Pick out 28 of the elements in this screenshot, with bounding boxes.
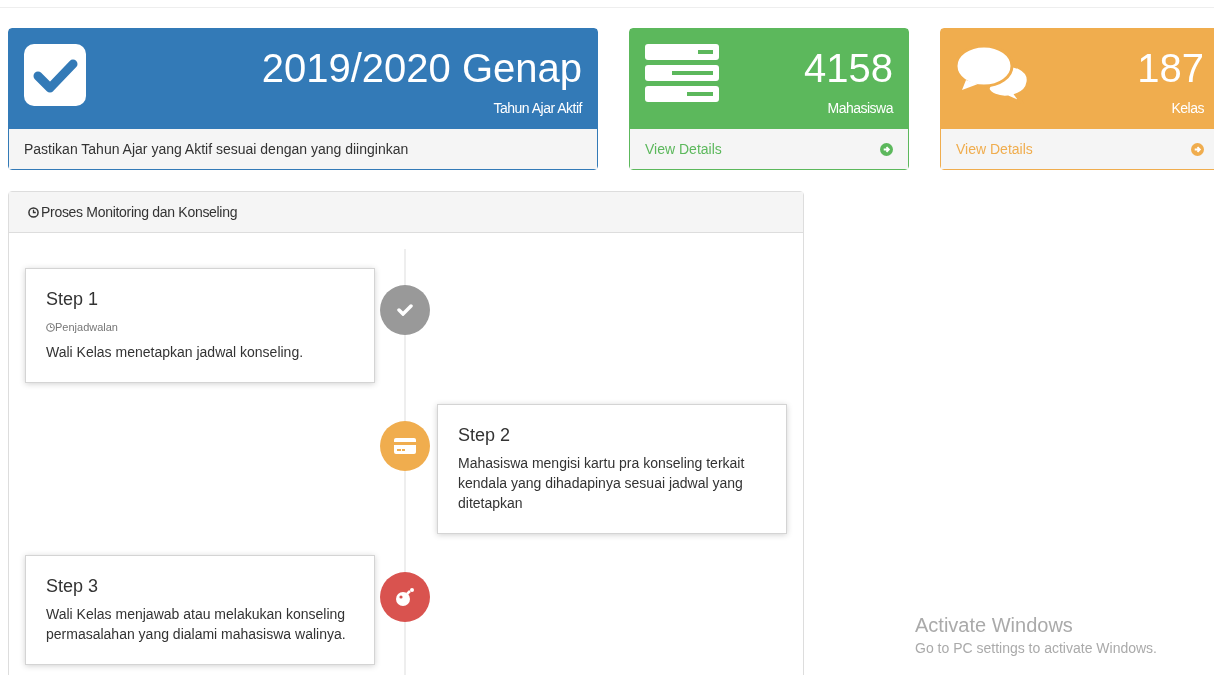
step-description: Wali Kelas menjawab atau melakukan konseling permasalahan yang dialami mahasiswa walinya. [46, 604, 347, 644]
activation-message: Go to PC settings to activate Windows. [915, 639, 1157, 658]
clock-icon [28, 206, 39, 218]
arrow-circle-icon[interactable] [1191, 142, 1204, 156]
checkmark-icon [397, 304, 413, 316]
arrow-circle-icon[interactable] [880, 142, 893, 156]
clock-icon [46, 322, 55, 332]
stat-label: Tahun Ajar Aktif [493, 99, 582, 118]
step-title: Step 1 [46, 288, 100, 311]
stat-label: Mahasiswa [827, 99, 893, 118]
stat-value: 2019/2020 Genap [261, 45, 582, 92]
footer-note: Pastikan Tahun Ajar yang Aktif sesuai dengan yang diinginkan [24, 139, 409, 159]
stat-label: Kelas [1171, 99, 1204, 118]
panel-title: Proses Monitoring dan Konseling [41, 202, 238, 222]
list-icon [645, 44, 719, 102]
credit-card-icon [394, 437, 416, 454]
bomb-icon [395, 586, 415, 607]
step-description: Wali Kelas menetapkan jadwal konseling. [46, 342, 305, 362]
step-title: Step 3 [46, 574, 100, 598]
view-details-link[interactable]: View Details [956, 138, 1033, 160]
step-subtitle-text: Penjadwalan [55, 320, 118, 335]
view-details-link[interactable]: View Details [645, 138, 722, 160]
checkbox-icon [24, 44, 86, 106]
activation-title: Activate Windows [915, 613, 1074, 638]
stat-value: 187 [1137, 45, 1204, 92]
step-description: Mahasiswa mengisi kartu pra konseling terkait kendala yang dihadapinya sesuai jadwal yang ditetapkan [458, 453, 746, 513]
stat-value: 4158 [804, 45, 893, 92]
step-title: Step 2 [458, 423, 512, 447]
